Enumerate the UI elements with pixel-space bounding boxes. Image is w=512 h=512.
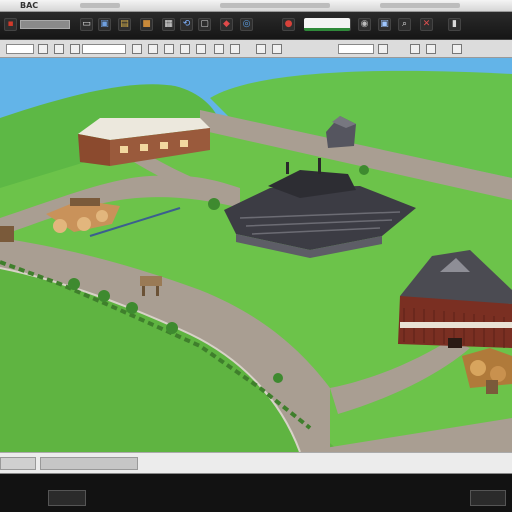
snap-toggle[interactable] <box>54 44 64 54</box>
paint-tool[interactable] <box>180 44 190 54</box>
3d-viewport[interactable] <box>0 58 512 452</box>
main-toolbar: ▪▭▣▤■▦⟲▢◆◎●▰◉▣⌕✕▮ <box>0 12 512 40</box>
toolbar-search-field[interactable] <box>20 20 70 29</box>
path-tool[interactable] <box>230 44 240 54</box>
value-field[interactable] <box>338 44 374 54</box>
taskbar-item-2[interactable] <box>470 490 506 506</box>
save-icon[interactable]: ▮ <box>448 18 461 31</box>
name-field[interactable] <box>6 44 34 54</box>
taskbar-item-1[interactable] <box>48 490 86 506</box>
layer-down-button[interactable] <box>426 44 436 54</box>
title-blur-3 <box>380 3 460 8</box>
settings-button[interactable] <box>452 44 462 54</box>
move-tool[interactable] <box>132 44 142 54</box>
rotate-tool[interactable] <box>148 44 158 54</box>
status-cell-1 <box>0 457 36 470</box>
folder-icon[interactable]: ■ <box>140 18 153 31</box>
camera-icon[interactable]: ◉ <box>358 18 371 31</box>
grid-icon[interactable]: ▦ <box>162 18 175 31</box>
globe-icon[interactable]: ◎ <box>240 18 253 31</box>
open-icon[interactable]: ▭ <box>80 18 93 31</box>
taskbar <box>0 474 512 512</box>
marker-icon[interactable]: ◆ <box>220 18 233 31</box>
object-tool[interactable] <box>214 44 224 54</box>
grid-toggle[interactable] <box>70 44 80 54</box>
wood-pile <box>0 226 14 242</box>
lock-toggle[interactable] <box>38 44 48 54</box>
rotate-icon[interactable]: ⟲ <box>180 18 193 31</box>
layer-icon[interactable]: ▣ <box>98 18 111 31</box>
coordinate-field[interactable] <box>82 44 126 54</box>
scale-tool[interactable] <box>164 44 174 54</box>
pin-icon[interactable]: ● <box>282 18 295 31</box>
delete-icon[interactable]: ✕ <box>420 18 433 31</box>
title-blur-1 <box>80 3 120 8</box>
status-bar <box>0 452 512 474</box>
image-icon[interactable]: ▤ <box>118 18 131 31</box>
select-icon[interactable]: ▢ <box>198 18 211 31</box>
light-tool[interactable] <box>256 44 266 54</box>
view-icon[interactable]: ▣ <box>378 18 391 31</box>
scene-render <box>0 58 512 452</box>
title-bar: BAC <box>0 0 512 12</box>
layer-up-button[interactable] <box>410 44 420 54</box>
camera-tool[interactable] <box>272 44 282 54</box>
new-file-icon[interactable]: ▪ <box>4 18 17 31</box>
render-tool[interactable] <box>378 44 388 54</box>
toolbar-mode-toggle[interactable] <box>304 18 350 31</box>
title-blur-2 <box>220 3 330 8</box>
status-cell-2 <box>40 457 138 470</box>
zoom-icon[interactable]: ⌕ <box>398 18 411 31</box>
secondary-toolbar <box>0 40 512 58</box>
window-title: BAC <box>20 1 39 10</box>
terrain-tool[interactable] <box>196 44 206 54</box>
